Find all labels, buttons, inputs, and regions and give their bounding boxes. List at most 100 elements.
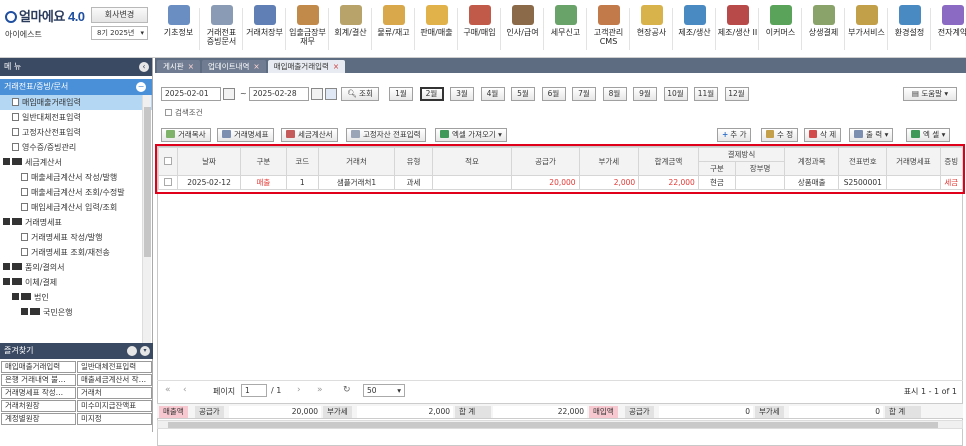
col-vat[interactable]: 부가세: [578, 147, 640, 176]
menu-purchase[interactable]: 구매/매입: [458, 2, 501, 56]
menu-tax[interactable]: 세무신고: [544, 2, 587, 56]
month-button[interactable]: 1월: [389, 87, 413, 101]
cell-memo[interactable]: [431, 175, 513, 190]
excel-import-button[interactable]: 엑셀 가져오기 ▾: [435, 128, 507, 142]
tree-scroll-thumb[interactable]: [144, 107, 151, 257]
row-checkbox-cell[interactable]: [157, 175, 179, 190]
favorite-item[interactable]: 미수미지급잔액표: [77, 400, 152, 412]
horizontal-scrollbar[interactable]: [157, 420, 963, 429]
menu-factory[interactable]: 제조/생산 II: [716, 2, 759, 56]
expand-toggle-icon[interactable]: [3, 218, 10, 225]
menu-payment[interactable]: 상생결제: [802, 2, 845, 56]
page-size-select[interactable]: 50 ▾: [363, 384, 405, 397]
col-pay-kind[interactable]: 구분: [697, 161, 737, 176]
prev-page-icon[interactable]: ‹: [183, 385, 187, 395]
cell-supply[interactable]: 20,000: [511, 175, 580, 190]
delete-button[interactable]: 삭 제: [804, 128, 842, 142]
col-statement[interactable]: 거래명세표: [886, 147, 941, 176]
month-button[interactable]: 11월: [694, 87, 718, 101]
tab-close-icon[interactable]: ×: [333, 62, 339, 71]
month-button[interactable]: 2월: [419, 87, 444, 101]
month-button[interactable]: 5월: [511, 87, 535, 101]
menu-ecommerce[interactable]: 이커머스: [759, 2, 802, 56]
col-type[interactable]: 유형: [394, 147, 433, 176]
sidebar-item[interactable]: 일반대체전표입력: [0, 110, 152, 125]
table-row[interactable]: 2025-02-12 매출 1 샘플거래처1 과세 20,000 2,000 2…: [157, 175, 963, 190]
menu-settings[interactable]: 환경설정: [888, 2, 931, 56]
menu-sales[interactable]: 판매/매출: [415, 2, 458, 56]
col-account[interactable]: 계정과목: [784, 147, 840, 176]
menu-manufacture[interactable]: 제조/생산: [673, 2, 716, 56]
cell-kind[interactable]: 매출: [239, 175, 287, 190]
select-all-checkbox[interactable]: [164, 156, 173, 165]
tab-item[interactable]: 업데이트내역 ×: [202, 60, 266, 73]
cell-type[interactable]: 과세: [394, 175, 433, 190]
tree-scrollbar[interactable]: [142, 95, 151, 347]
expand-toggle-icon[interactable]: [3, 263, 10, 270]
col-date[interactable]: 날짜: [177, 147, 241, 176]
calendar-to-icon[interactable]: [311, 88, 323, 100]
menu-cms[interactable]: 고객관리 CMS: [587, 2, 630, 56]
favorite-item[interactable]: 은행 거래내역 불…: [1, 374, 76, 386]
sidebar-item[interactable]: 고정자산전표입력: [0, 125, 152, 140]
expand-toggle-icon[interactable]: [3, 278, 10, 285]
month-button[interactable]: 8월: [602, 87, 627, 101]
month-button[interactable]: 4월: [480, 87, 505, 101]
favorite-item[interactable]: 거래처원장: [1, 400, 76, 412]
col-proof[interactable]: 증빙: [939, 147, 963, 176]
expand-toggle-icon[interactable]: [21, 308, 28, 315]
edit-button[interactable]: 수 정: [761, 128, 799, 142]
favorite-item[interactable]: 일반대체전표입력: [77, 361, 152, 373]
excel-dropdown[interactable]: 엑 셀 ▾: [906, 128, 951, 142]
date-from-input[interactable]: 2025-02-01: [161, 87, 221, 101]
tree-group-voucher[interactable]: 거래전표/증빙/문서 −: [0, 79, 152, 95]
favorite-item[interactable]: 계정별원장: [1, 413, 76, 425]
add-button[interactable]: + 추 가: [717, 128, 752, 142]
col-total[interactable]: 합계금액: [638, 147, 699, 176]
cell-client[interactable]: 샘플거래처1: [317, 175, 396, 190]
print-dropdown[interactable]: 출 력 ▾: [849, 128, 894, 142]
col-memo[interactable]: 적요: [431, 147, 513, 176]
cell-voucher-no[interactable]: S2500001: [838, 175, 888, 190]
select-all-header[interactable]: [157, 147, 179, 176]
sidebar-item[interactable]: 국민은행: [0, 305, 152, 320]
menu-ledger[interactable]: 거래처장부: [243, 2, 286, 56]
page-input[interactable]: 1: [241, 384, 267, 397]
date-to-input[interactable]: 2025-02-28: [249, 87, 309, 101]
month-button[interactable]: 9월: [633, 87, 657, 101]
asset-voucher-button[interactable]: 고정자산 전표입력: [346, 128, 426, 142]
month-button[interactable]: 3월: [450, 87, 474, 101]
col-kind[interactable]: 구분: [239, 147, 287, 176]
tax-invoice-button[interactable]: 세금계산서: [281, 128, 338, 142]
favorite-item[interactable]: 미지정: [77, 413, 152, 425]
sidebar-item[interactable]: 품의/결의서: [0, 260, 152, 275]
row-checkbox[interactable]: [164, 177, 173, 186]
col-code[interactable]: 코드: [285, 147, 319, 176]
menu-accounting[interactable]: 회계/결산: [329, 2, 372, 56]
cell-account[interactable]: 상품매출: [784, 175, 840, 190]
expand-toggle-icon[interactable]: [3, 158, 10, 165]
cell-statement[interactable]: [886, 175, 941, 190]
col-client[interactable]: 거래처: [317, 147, 396, 176]
refresh-icon[interactable]: ↻: [343, 385, 351, 395]
calendar-range-icon[interactable]: [325, 88, 337, 100]
menu-cashbook[interactable]: 입출금장부 재무: [286, 2, 329, 56]
month-button[interactable]: 7월: [572, 87, 596, 101]
menu-service[interactable]: 부가서비스: [845, 2, 888, 56]
period-select[interactable]: 8기 2025년: [91, 26, 148, 40]
favorite-item[interactable]: 거래명세표 작성…: [1, 387, 76, 399]
menu-contract[interactable]: 전자계약: [931, 2, 966, 56]
calendar-from-icon[interactable]: [223, 88, 235, 100]
first-page-icon[interactable]: «: [165, 385, 171, 395]
menu-logistics[interactable]: 물류/재고: [372, 2, 415, 56]
expand-toggle-icon[interactable]: [12, 293, 19, 300]
month-button[interactable]: 10월: [663, 87, 688, 101]
col-voucher-no[interactable]: 전표번호: [838, 147, 888, 176]
sidebar-item[interactable]: 매출세금계산서 조회/수정발: [0, 185, 152, 200]
menu-hr[interactable]: 인사/급여: [501, 2, 544, 56]
col-payment-method[interactable]: 결제방식: [697, 147, 786, 162]
cell-total[interactable]: 22,000: [638, 175, 699, 190]
cell-vat[interactable]: 2,000: [578, 175, 640, 190]
sidebar-item[interactable]: 거래명세표 작성/발행: [0, 230, 152, 245]
col-book[interactable]: 장부명: [735, 161, 786, 176]
